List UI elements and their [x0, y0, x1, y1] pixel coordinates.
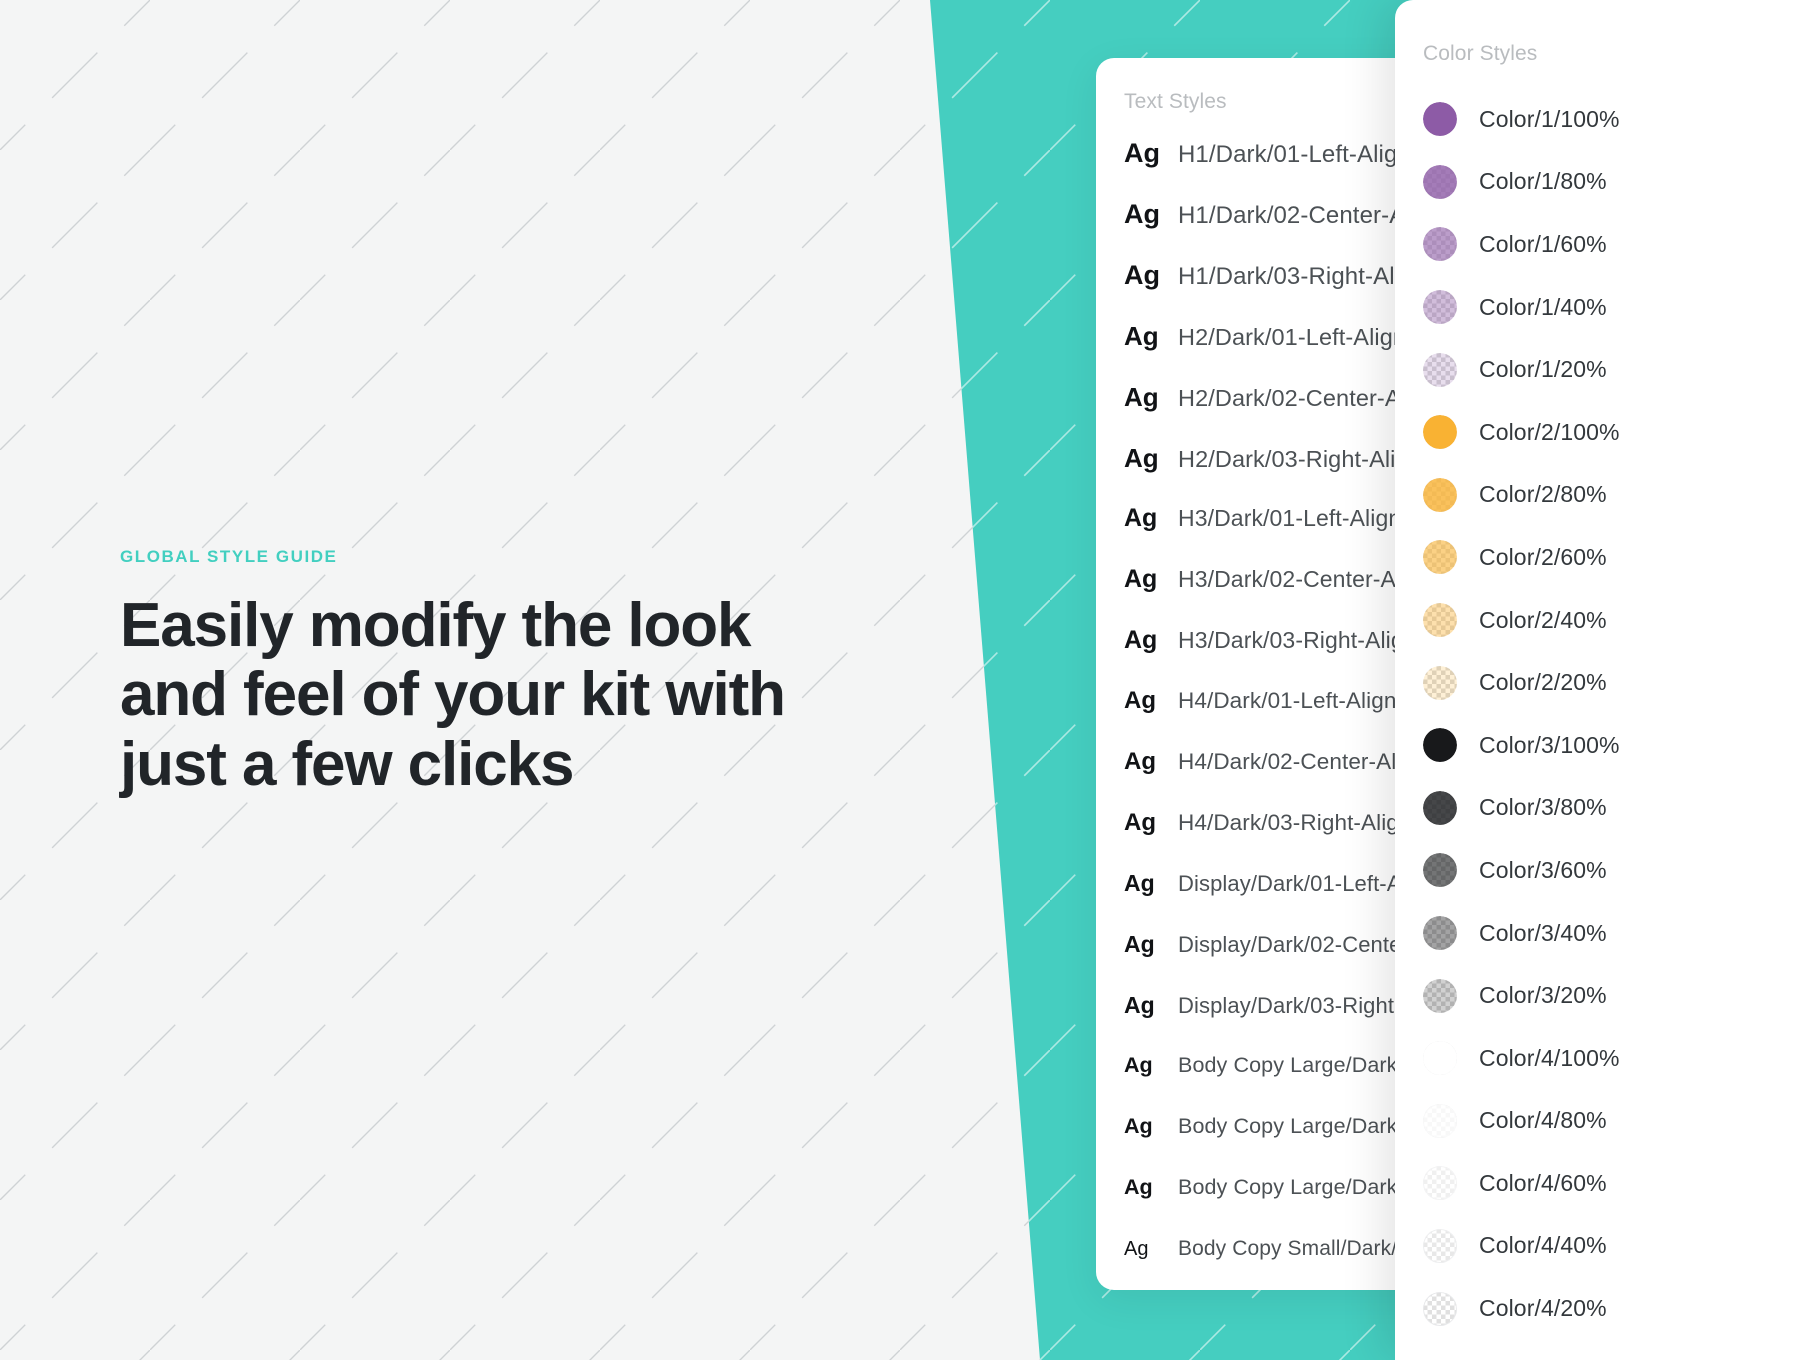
color-style-row[interactable]: Color/4/40% [1395, 1215, 1800, 1278]
color-style-row[interactable]: Color/2/80% [1395, 464, 1800, 527]
text-style-sample-glyph: Ag [1124, 504, 1158, 532]
color-style-name: Color/3/60% [1479, 856, 1607, 883]
color-style-row[interactable]: Color/2/40% [1395, 589, 1800, 652]
color-style-row[interactable]: Color/2/60% [1395, 526, 1800, 589]
color-style-row[interactable]: Color/2/20% [1395, 651, 1800, 714]
color-swatch-icon [1423, 290, 1457, 325]
color-style-name: Color/2/60% [1479, 543, 1607, 570]
color-swatch-icon [1423, 540, 1457, 575]
text-style-name: H4/Dark/01-Left-Aligned [1178, 688, 1422, 713]
color-swatch-icon [1423, 603, 1457, 638]
text-style-sample-glyph: Ag [1124, 1114, 1153, 1138]
color-swatch-icon [1423, 227, 1457, 262]
color-style-name: Color/4/80% [1479, 1107, 1607, 1134]
text-style-sample-glyph: Ag [1124, 870, 1155, 896]
color-swatch-icon [1423, 853, 1457, 888]
color-styles-panel-title: Color Styles [1423, 42, 1538, 65]
text-style-sample-glyph: Ag [1124, 809, 1156, 836]
color-style-name: Color/4/20% [1479, 1295, 1607, 1322]
text-style-sample-glyph: Ag [1124, 321, 1159, 351]
color-style-name: Color/3/100% [1479, 731, 1620, 758]
color-style-row[interactable]: Color/4/20% [1395, 1277, 1800, 1340]
color-swatch-icon [1423, 352, 1457, 387]
color-swatch-icon [1423, 790, 1457, 825]
color-style-name: Color/1/80% [1479, 168, 1607, 195]
hero-text-block: GLOBAL STYLE GUIDE Easily modify the loo… [120, 548, 840, 799]
color-style-name: Color/1/60% [1479, 230, 1607, 257]
color-swatch-icon [1423, 1103, 1457, 1138]
text-style-sample-glyph: Ag [1124, 931, 1155, 957]
color-swatch-icon [1423, 665, 1457, 700]
color-style-name: Color/3/20% [1479, 982, 1607, 1009]
color-swatch-icon [1423, 415, 1457, 450]
text-style-sample-glyph: Ag [1124, 565, 1158, 593]
color-style-row[interactable]: Color/3/40% [1395, 902, 1800, 965]
color-style-name: Color/1/40% [1479, 293, 1607, 320]
color-swatch-icon [1423, 978, 1457, 1013]
color-style-row[interactable]: Color/1/60% [1395, 213, 1800, 276]
color-style-row[interactable]: Color/3/60% [1395, 839, 1800, 902]
color-swatch-icon [1423, 102, 1457, 137]
color-style-row[interactable]: Color/4/60% [1395, 1152, 1800, 1215]
text-style-sample-glyph: Ag [1124, 992, 1155, 1018]
color-style-name: Color/2/20% [1479, 669, 1607, 696]
color-style-name: Color/3/80% [1479, 794, 1607, 821]
color-style-name: Color/4/60% [1479, 1169, 1607, 1196]
color-swatch-icon [1423, 477, 1457, 512]
text-style-sample-glyph: Ag [1124, 382, 1159, 412]
color-style-row[interactable]: Color/3/100% [1395, 714, 1800, 777]
color-style-name: Color/2/80% [1479, 481, 1607, 508]
text-style-sample-glyph: Ag [1124, 138, 1160, 168]
color-swatch-icon [1423, 728, 1457, 763]
page-title: Easily modify the look and feel of your … [120, 591, 786, 799]
text-style-sample-glyph: Ag [1124, 260, 1160, 290]
color-swatch-icon [1423, 1041, 1457, 1076]
color-style-row[interactable]: Color/1/40% [1395, 276, 1800, 339]
color-style-row[interactable]: Color/1/100% [1395, 88, 1800, 151]
text-style-sample-glyph: Ag [1124, 443, 1159, 473]
color-style-row[interactable]: Color/4/100% [1395, 1027, 1800, 1090]
text-style-sample-glyph: Ag [1124, 1053, 1153, 1077]
color-styles-panel: Color Styles Color/1/100% Color/1/80% Colo… [1395, 0, 1800, 1360]
text-style-sample-glyph: Ag [1124, 687, 1156, 714]
text-style-sample-glyph: Ag [1124, 199, 1160, 229]
color-style-row[interactable]: Color/3/80% [1395, 777, 1800, 840]
text-style-sample-glyph: Ag [1124, 748, 1156, 775]
text-style-sample-glyph: Ag [1124, 1175, 1153, 1199]
text-style-sample-glyph: Ag [1124, 1238, 1149, 1260]
text-style-sample-glyph: Ag [1124, 626, 1158, 654]
text-style-name: H3/Dark/01-Left-Aligned [1178, 505, 1428, 531]
color-style-name: Color/2/40% [1479, 606, 1607, 633]
color-style-row[interactable]: Color/3/20% [1395, 964, 1800, 1027]
color-style-name: Color/4/100% [1479, 1044, 1620, 1071]
color-swatch-icon [1423, 164, 1457, 199]
page-canvas: GLOBAL STYLE GUIDE Easily modify the loo… [0, 0, 1800, 1360]
color-style-row[interactable]: Color/1/80% [1395, 151, 1800, 214]
eyebrow-label: GLOBAL STYLE GUIDE [120, 547, 338, 566]
color-swatch-icon [1423, 1166, 1457, 1201]
color-swatch-icon [1423, 1228, 1457, 1263]
color-style-name: Color/2/100% [1479, 418, 1620, 445]
color-style-row[interactable]: Color/1/20% [1395, 338, 1800, 401]
color-style-name: Color/4/40% [1479, 1232, 1607, 1259]
color-style-name: Color/1/100% [1479, 105, 1620, 132]
color-style-row[interactable]: Color/2/100% [1395, 401, 1800, 464]
color-swatch-icon [1423, 916, 1457, 951]
color-style-name: Color/3/40% [1479, 919, 1607, 946]
color-swatch-icon [1423, 1291, 1457, 1326]
color-style-name: Color/1/20% [1479, 356, 1607, 383]
color-styles-list: Color/1/100% Color/1/80% Color/1/60% Color/… [1395, 66, 1800, 1340]
color-style-row[interactable]: Color/4/80% [1395, 1090, 1800, 1153]
